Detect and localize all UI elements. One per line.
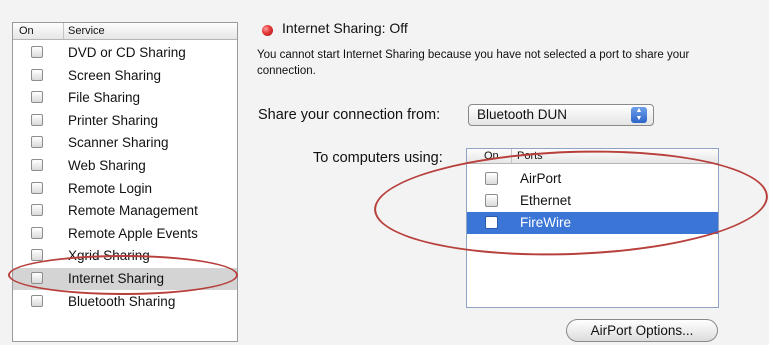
port-row[interactable]: AirPort	[467, 168, 718, 190]
column-divider	[63, 23, 64, 39]
service-checkbox[interactable]	[31, 136, 43, 149]
service-label: File Sharing	[68, 90, 141, 106]
service-row[interactable]: Web Sharing	[13, 155, 237, 177]
to-computers-label: To computers using:	[313, 150, 443, 166]
service-label: Remote Login	[68, 180, 153, 196]
service-checkbox[interactable]	[31, 226, 43, 239]
service-row[interactable]: Remote Management	[13, 200, 237, 222]
service-row[interactable]: Remote Apple Events	[13, 223, 237, 245]
service-label: DVD or CD Sharing	[68, 45, 186, 60]
service-label: Internet Sharing	[68, 271, 165, 286]
service-checkbox[interactable]	[31, 181, 43, 194]
service-label: Screen Sharing	[68, 67, 162, 83]
service-row[interactable]: Scanner Sharing	[13, 132, 237, 154]
service-label: Bluetooth Sharing	[68, 293, 176, 309]
ports-list-header: On Ports	[467, 149, 718, 164]
on-column-header[interactable]: On	[19, 23, 34, 39]
services-list[interactable]: On Service DVD or CD Sharing Screen Shari…	[12, 22, 238, 342]
port-row[interactable]: Ethernet	[467, 190, 718, 212]
port-checkbox[interactable]	[485, 194, 498, 207]
service-checkbox[interactable]	[31, 249, 43, 262]
airport-options-button[interactable]: AirPort Options...	[566, 319, 718, 342]
service-label: Scanner Sharing	[68, 135, 169, 151]
share-from-label: Share your connection from:	[258, 107, 441, 123]
service-row[interactable]: DVD or CD Sharing	[13, 42, 237, 64]
service-label: Printer Sharing	[68, 112, 159, 128]
service-label: Remote Management	[68, 203, 198, 219]
service-row[interactable]: Remote Login	[13, 178, 237, 200]
popup-arrows-icon: ▲ ▼	[631, 107, 647, 123]
ports-column-header[interactable]: Ports	[517, 149, 543, 163]
service-label: Xgrid Sharing	[68, 248, 150, 264]
port-checkbox[interactable]	[485, 172, 498, 185]
service-row[interactable]: File Sharing	[13, 87, 237, 109]
service-checkbox[interactable]	[31, 294, 43, 307]
service-row[interactable]: Bluetooth Sharing	[13, 291, 237, 313]
column-divider	[511, 149, 512, 163]
service-label: Remote Apple Events	[68, 225, 198, 241]
service-row[interactable]: Screen Sharing	[13, 65, 237, 87]
service-checkbox[interactable]	[31, 91, 43, 104]
service-checkbox[interactable]	[31, 46, 43, 58]
service-row[interactable]: Printer Sharing	[13, 110, 237, 132]
share-from-value: Bluetooth DUN	[477, 107, 568, 122]
port-row[interactable]: FireWire	[467, 212, 718, 234]
service-checkbox[interactable]	[31, 204, 43, 217]
share-from-popup[interactable]: Bluetooth DUN ▲ ▼	[468, 104, 654, 126]
service-checkbox[interactable]	[31, 113, 43, 126]
status-indicator-icon	[262, 25, 273, 36]
port-label: Ethernet	[520, 193, 572, 208]
port-label: AirPort	[520, 171, 562, 186]
sharing-preferences-panel: On Service DVD or CD Sharing Screen Shari…	[0, 0, 769, 345]
service-label: Web Sharing	[68, 158, 146, 173]
ports-on-column-header[interactable]: On	[484, 149, 499, 163]
service-row[interactable]: Xgrid Sharing	[13, 245, 237, 267]
ports-list[interactable]: On Ports AirPort Ethernet FireWire	[466, 148, 719, 308]
service-column-header[interactable]: Service	[68, 23, 105, 39]
port-checkbox[interactable]	[485, 216, 498, 229]
service-checkbox[interactable]	[31, 159, 43, 171]
service-row[interactable]: Internet Sharing	[13, 268, 237, 290]
status-description: You cannot start Internet Sharing becaus…	[257, 49, 690, 77]
service-checkbox[interactable]	[31, 272, 43, 284]
status-text: Internet Sharing: Off	[282, 20, 408, 36]
services-list-header: On Service	[13, 23, 237, 40]
port-label: FireWire	[520, 215, 571, 230]
service-checkbox[interactable]	[31, 68, 43, 81]
